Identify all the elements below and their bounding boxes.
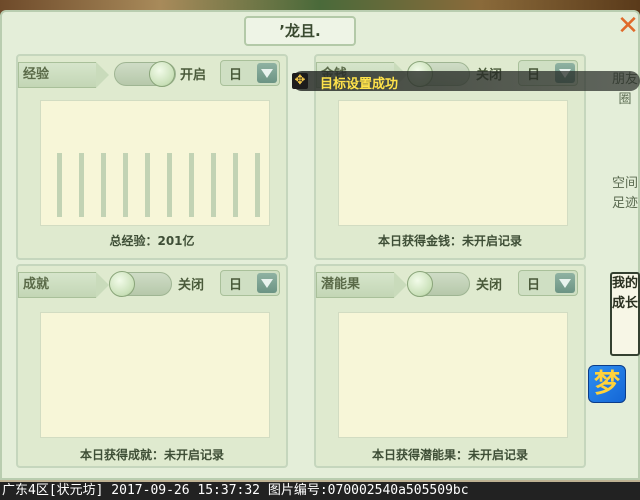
experience-panel: 经验 开启 日 总经验：201亿 <box>16 54 288 260</box>
status-bar: 广东4区[状元坊] 2017-09-26 15:37:32 图片编号:07000… <box>0 482 640 500</box>
period-value: 日 <box>527 278 541 293</box>
potential-daily: 本日获得潜能果：未开启记录 <box>371 448 528 462</box>
achievement-toggle-label: 关闭 <box>178 278 205 293</box>
experience-label: 经验 <box>18 62 109 88</box>
tab-my-growth[interactable]: 我的成长 <box>610 272 640 356</box>
potential-label: 潜能果 <box>316 272 407 298</box>
potential-period-select[interactable]: 日 <box>518 270 578 296</box>
experience-toggle[interactable] <box>114 61 176 87</box>
experience-bar <box>211 153 216 217</box>
chevron-down-icon <box>257 273 277 293</box>
experience-bar <box>255 153 260 217</box>
close-icon[interactable]: ✕ <box>614 13 640 40</box>
potential-panel: 潜能果 关闭 日 本日获得潜能果：未开启记录 <box>314 264 586 468</box>
achievement-daily: 本日获得成就：未开启记录 <box>79 448 224 462</box>
experience-bar <box>189 153 194 217</box>
toast-text: 目标设置成功 <box>320 77 399 92</box>
toggle-knob <box>109 271 135 297</box>
achievement-period-select[interactable]: 日 <box>220 270 280 296</box>
experience-bar <box>167 153 172 217</box>
window-title: ’龙且. <box>244 16 356 46</box>
potential-toggle[interactable] <box>407 271 470 297</box>
experience-total: 总经验：201亿 <box>109 234 195 248</box>
experience-bar <box>145 153 150 217</box>
achievement-chart <box>40 312 270 438</box>
tab-space-footprint[interactable]: 空间足迹 <box>612 174 638 258</box>
achievement-label: 成就 <box>18 272 109 298</box>
achievement-panel: 成就 关闭 日 本日获得成就：未开启记录 <box>16 264 288 468</box>
toast-message: ✥ 目标设置成功 <box>292 71 640 92</box>
toggle-knob <box>149 61 175 87</box>
experience-period-select[interactable]: 日 <box>220 60 280 86</box>
period-value: 日 <box>229 68 243 83</box>
toggle-knob <box>407 271 433 297</box>
experience-bar <box>57 153 62 217</box>
experience-bar <box>123 153 128 217</box>
achievement-toggle[interactable] <box>109 271 172 297</box>
dream-logo-icon[interactable]: 梦 <box>588 365 626 403</box>
money-chart <box>338 100 568 226</box>
period-value: 日 <box>229 278 243 293</box>
experience-bar <box>101 153 106 217</box>
experience-chart <box>40 100 270 226</box>
move-icon[interactable]: ✥ <box>292 73 308 89</box>
chevron-down-icon <box>257 63 277 83</box>
experience-bar <box>233 153 238 217</box>
potential-toggle-label: 关闭 <box>476 278 503 293</box>
experience-toggle-label: 开启 <box>180 68 207 83</box>
chevron-down-icon <box>555 273 575 293</box>
money-daily: 本日获得金钱：未开启记录 <box>377 234 522 248</box>
experience-bar <box>79 153 84 217</box>
potential-chart <box>338 312 568 438</box>
